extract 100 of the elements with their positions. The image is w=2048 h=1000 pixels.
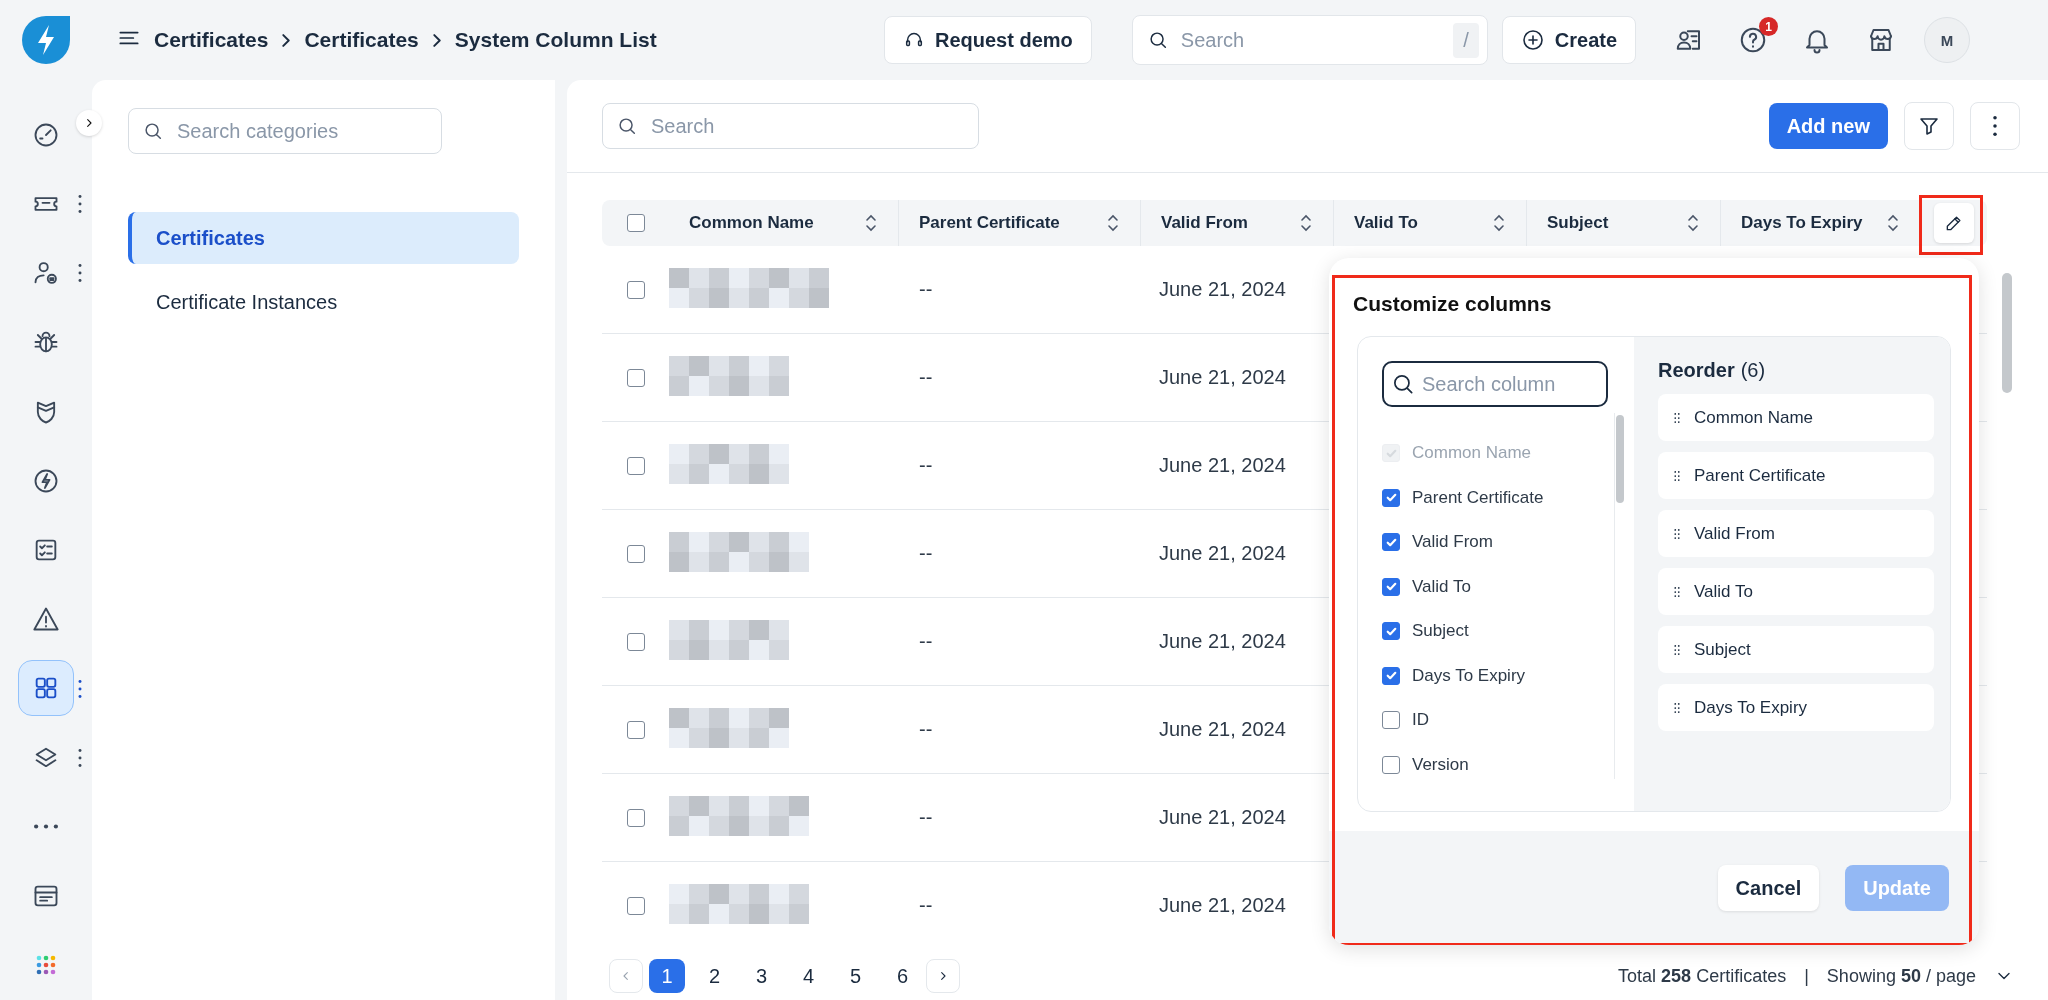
table-cell-text: -- xyxy=(918,894,934,917)
filter-button[interactable] xyxy=(1904,102,1954,150)
table-cell-text: June 21, 2024 xyxy=(1158,278,1287,301)
column-option[interactable]: Days To Expiry xyxy=(1412,665,1526,686)
reorder-item[interactable]: Subject xyxy=(1658,626,1934,673)
reorder-title: Reorder xyxy=(1658,359,1735,382)
chevron-right-icon xyxy=(432,33,441,47)
edit-columns-button[interactable] xyxy=(1934,203,1974,243)
column-header: Valid To xyxy=(1354,213,1418,233)
checkbox[interactable] xyxy=(1382,622,1400,641)
table-cell-text: June 21, 2024 xyxy=(1158,542,1287,565)
reorder-item[interactable]: Valid To xyxy=(1658,568,1934,615)
reorder-item[interactable]: Parent Certificate xyxy=(1658,452,1934,499)
total-count: Total 258 Certificates xyxy=(1618,965,1787,987)
notification-badge: 1 xyxy=(1759,17,1779,36)
scrollbar[interactable] xyxy=(1616,415,1624,503)
search-input[interactable]: Search xyxy=(1178,27,1444,53)
checkbox[interactable] xyxy=(1382,755,1400,774)
table-cell-text: June 21, 2024 xyxy=(1158,806,1287,829)
column-header: Days To Expiry xyxy=(1741,213,1863,233)
kebab-icon[interactable] xyxy=(78,679,82,698)
table-cell-text: June 21, 2024 xyxy=(1158,454,1287,477)
separator: | xyxy=(1804,965,1809,987)
logo-icon[interactable] xyxy=(20,14,72,66)
kebab-icon[interactable] xyxy=(78,195,82,214)
checkbox[interactable] xyxy=(626,368,645,387)
checkbox[interactable] xyxy=(1382,533,1400,552)
page-button[interactable]: 4 xyxy=(785,959,832,993)
category-item[interactable]: Certificate Instances xyxy=(128,276,519,328)
category-search-field[interactable]: Search categories xyxy=(128,108,442,154)
search-field[interactable]: Search xyxy=(602,103,979,149)
column-option[interactable]: Valid From xyxy=(1412,532,1493,553)
reorder-item[interactable]: Common Name xyxy=(1658,394,1934,441)
table-cell-text: -- xyxy=(918,542,934,565)
kebab-icon xyxy=(1993,116,1997,136)
column-option: Common Name xyxy=(1412,443,1532,464)
checkbox[interactable] xyxy=(1382,711,1400,730)
page-size-selector[interactable]: Showing 50 / page xyxy=(1826,965,1976,987)
nav-button[interactable] xyxy=(18,660,74,717)
sort-icon[interactable] xyxy=(1686,212,1700,234)
add-new-button[interactable]: Add new xyxy=(1768,103,1888,149)
kebab-icon[interactable] xyxy=(78,749,82,768)
table-cell-text: -- xyxy=(918,806,934,829)
checkbox[interactable] xyxy=(626,720,645,739)
checkbox[interactable] xyxy=(626,544,645,563)
user-avatar[interactable]: M xyxy=(1924,17,1971,63)
shortcut-key: / xyxy=(1453,22,1479,58)
column-search-field[interactable]: Search column xyxy=(1382,361,1608,407)
sort-icon[interactable] xyxy=(1492,212,1506,234)
column-header: Valid From xyxy=(1161,213,1248,233)
reorder-item[interactable]: Valid From xyxy=(1658,510,1934,557)
column-option[interactable]: Version xyxy=(1412,754,1469,775)
page-button[interactable]: 2 xyxy=(691,959,738,993)
table-cell-text: -- xyxy=(918,278,934,301)
table-cell-text: -- xyxy=(918,718,934,741)
cancel-button[interactable]: Cancel xyxy=(1717,865,1820,911)
popup-title: Customize columns xyxy=(1353,292,1553,316)
scrollbar[interactable] xyxy=(2002,273,2012,393)
checkbox[interactable] xyxy=(626,896,645,915)
column-option[interactable]: ID xyxy=(1412,710,1429,731)
sort-icon[interactable] xyxy=(1299,212,1313,234)
column-header: Common Name xyxy=(689,213,814,233)
kebab-icon[interactable] xyxy=(78,264,82,283)
table-cell-text: June 21, 2024 xyxy=(1158,630,1287,653)
sort-icon[interactable] xyxy=(864,212,878,234)
create-button[interactable]: Create xyxy=(1501,16,1637,64)
highlight-frame xyxy=(1919,195,1983,255)
table-cell-text: June 21, 2024 xyxy=(1158,366,1287,389)
table-cell-text: June 21, 2024 xyxy=(1158,718,1287,741)
checkbox[interactable] xyxy=(1382,488,1400,507)
checkbox[interactable] xyxy=(626,808,645,827)
column-option[interactable]: Subject xyxy=(1412,621,1469,642)
checkbox[interactable] xyxy=(1382,577,1400,596)
page-button[interactable]: 3 xyxy=(738,959,785,993)
category-item[interactable]: Certificates xyxy=(128,212,519,264)
table-cell-text: -- xyxy=(918,366,934,389)
checkbox[interactable] xyxy=(626,632,645,651)
breadcrumb-link[interactable]: Certificates xyxy=(154,28,269,52)
reorder-item[interactable]: Days To Expiry xyxy=(1658,684,1934,731)
sort-icon[interactable] xyxy=(1886,212,1900,234)
column-header: Parent Certificate xyxy=(919,213,1060,233)
column-option[interactable]: Valid To xyxy=(1412,576,1471,597)
page-button[interactable]: 1 xyxy=(649,959,685,993)
table-cell-text: -- xyxy=(918,630,934,653)
checkbox[interactable] xyxy=(626,456,645,475)
page-button[interactable]: 6 xyxy=(879,959,926,993)
column-option[interactable]: Parent Certificate xyxy=(1412,487,1544,508)
request-demo-button[interactable]: Request demo xyxy=(884,16,1092,64)
checkbox[interactable] xyxy=(626,214,645,232)
reorder-count: (6) xyxy=(1740,359,1766,382)
pencil-icon xyxy=(1944,213,1964,233)
checkbox[interactable] xyxy=(1382,666,1400,685)
table-cell-text: -- xyxy=(918,454,934,477)
more-icon xyxy=(34,824,58,830)
sort-icon[interactable] xyxy=(1106,212,1120,234)
table-cell-text: June 21, 2024 xyxy=(1158,894,1287,917)
checkbox[interactable] xyxy=(626,280,645,299)
page-button[interactable]: 5 xyxy=(832,959,879,993)
chevron-right-icon xyxy=(282,33,291,47)
breadcrumb-link[interactable]: Certificates xyxy=(304,28,419,52)
